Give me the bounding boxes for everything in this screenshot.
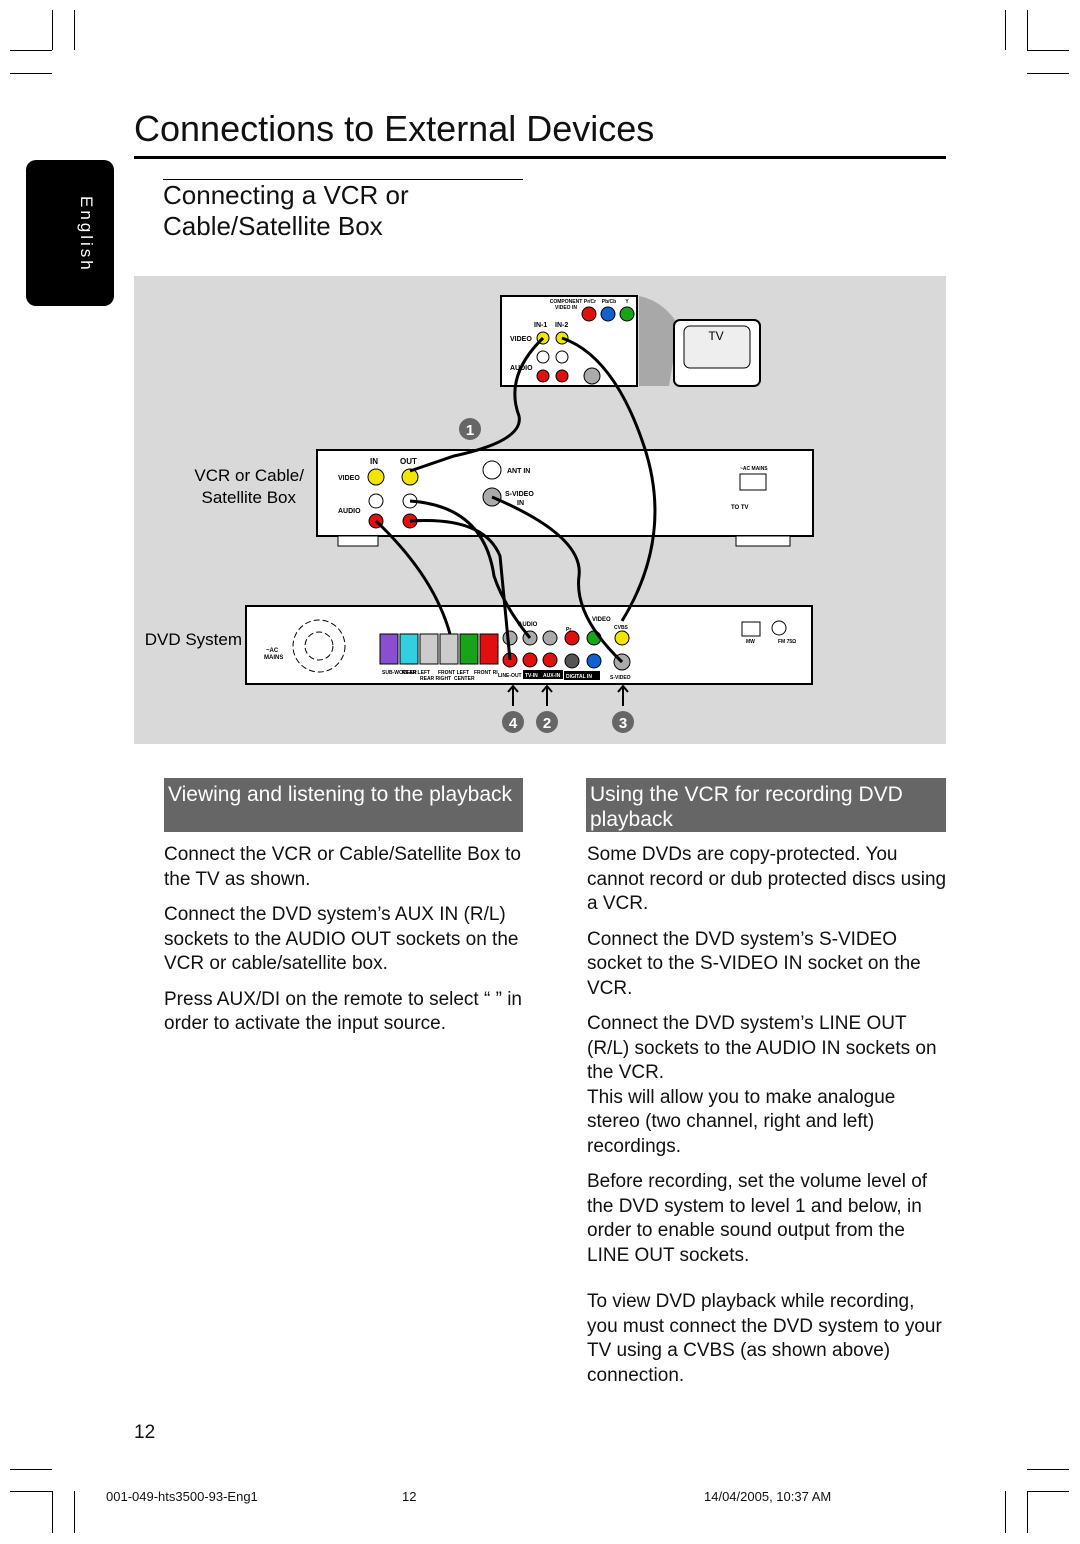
vcr-in-label: IN [370,457,378,466]
language-label: English [77,196,96,273]
step-4-marker: 4 [509,715,518,732]
dvd-tv-in-label: TV-IN [525,673,538,679]
crop-mark [1005,1491,1006,1533]
tv-pr-label: Pr/Cr [584,299,596,305]
tv-pb-label: Pb/Cb [602,299,616,305]
tv-pr-socket [581,306,597,322]
crop-mark [1027,1491,1028,1533]
dvd-video-label: VIDEO [592,617,611,623]
vcr-svideo-in-label: IN [517,500,524,507]
page-number: 12 [134,1422,156,1443]
manual-page: Connections to External Devices English … [0,0,1080,1544]
crop-mark [52,1491,53,1533]
connection-diagram: COMPONENT VIDEO IN Pb/Cb Pr/Cr Y IN-1 IN… [134,276,946,744]
dvd-line-out-label: LINE-OUT [498,673,522,679]
crop-mark [1027,10,1028,50]
crop-mark [52,10,53,50]
dvd-fm-label: FM 75Ω [778,639,796,645]
paragraph: Connect the VCR or Cable/Satellite Box t… [164,844,521,890]
paragraph: Connect the DVD system’s S-VIDEO socket … [587,928,921,999]
crop-mark [10,73,52,74]
footer-file: 001-049-hts3500-93-Eng1 [106,1489,258,1504]
paragraph: Press AUX/DI on the remote to select “ ”… [164,988,522,1035]
crop-mark [74,10,75,50]
paragraph: Connect the DVD system’s LINE OUT (R/L) … [587,1013,937,1083]
diagram-svg: COMPONENT VIDEO IN Pb/Cb Pr/Cr Y IN-1 IN… [145,295,814,733]
vcr-out-label: OUT [400,457,417,466]
vcr-box [316,449,814,537]
crop-mark [10,50,52,51]
crop-mark [1027,73,1069,74]
footer-page: 12 [402,1489,417,1504]
tv-pb-socket [600,306,616,322]
dvd-label: DVD System [145,630,242,649]
right-section-heading: Using the VCR for recording DVD playback [586,778,946,832]
step-3-marker: 3 [619,715,627,732]
crop-mark [1005,10,1006,50]
crop-mark [10,1469,52,1470]
dvd-ac-label: ~AC [266,648,279,654]
paragraph: To view DVD playback while recording, yo… [587,1291,942,1386]
step-1-marker: 1 [466,422,474,439]
dvd-svideo-label: S-VIDEO [610,675,631,681]
tv-in2-label: IN-2 [555,322,568,329]
dvd-aux-in-label: AUX-IN [543,673,561,679]
vcr-label: VCR or Cable/ [194,466,304,485]
paragraph: Connect the DVD system’s AUX IN (R/L) so… [164,904,519,974]
paragraph: This will allow you to make analogue ste… [587,1086,896,1157]
page-title: Connections to External Devices [134,108,655,149]
crop-mark [1027,1491,1069,1492]
dvd-cvbs-label: CVBS [614,625,629,631]
step-2-marker: 2 [543,715,551,732]
section-title-line: Cable/Satellite Box [163,211,383,241]
section-title: Connecting a VCR or Cable/Satellite Box [163,180,409,242]
title-rule [134,156,946,159]
dvd-mw-label: MW [746,639,755,645]
crop-mark [1027,1469,1069,1470]
dvd-mains-label: MAINS [264,655,283,661]
vcr-video-label: VIDEO [338,475,360,482]
vcr-audio-label: AUDIO [338,508,361,515]
crop-mark [74,1491,75,1533]
language-tab: English [26,160,114,306]
crop-mark [10,1491,52,1492]
vcr-to-tv-label: TO TV [731,505,749,511]
footer-date: 14/04/2005, 10:37 AM [704,1489,832,1504]
vcr-ac-label: ~AC MAINS [740,466,768,472]
vcr-ant-in-label: ANT IN [507,468,530,475]
left-column: Connect the VCR or Cable/Satellite Box t… [164,843,534,1048]
tv-video-in-label: VIDEO IN [555,305,577,311]
vcr-label: Satellite Box [202,488,297,507]
tv-video-label: VIDEO [510,336,532,343]
dvd-digital-in-label: DIGITAL IN [566,674,592,680]
tv-y-socket [619,306,635,322]
tv-label: TV [708,329,723,343]
right-column: Some DVDs are copy-protected. You cannot… [587,843,949,1399]
left-section-heading: Viewing and listening to the playback [164,778,523,832]
paragraph: Before recording, set the volume level o… [587,1171,928,1266]
crop-mark [1027,50,1069,51]
vcr-svideo-label: S-VIDEO [505,491,534,498]
paragraph: Some DVDs are copy-protected. You cannot… [587,844,947,914]
section-title-line: Connecting a VCR or [163,180,409,210]
tv-in1-label: IN-1 [534,322,547,329]
